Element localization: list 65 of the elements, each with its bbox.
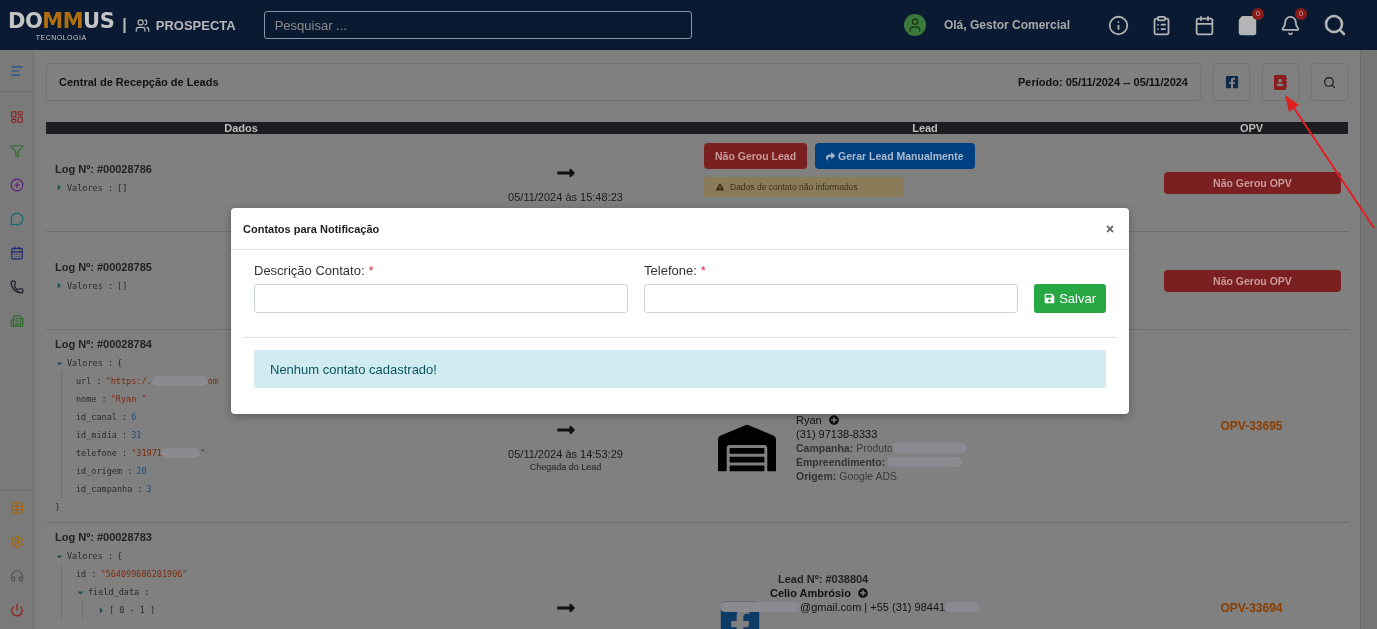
json-value: "https:/. xyxy=(105,376,152,386)
json-key: [ 0 - 1 ] xyxy=(109,605,156,615)
json-key: id_campanha : xyxy=(76,484,143,494)
lead-phone: (31) 97138-8333 xyxy=(796,428,879,440)
count-badge: 0 xyxy=(1295,7,1307,20)
json-value: "Ryan " xyxy=(110,394,147,404)
json-key: Valores : xyxy=(67,280,114,291)
page-title: Central de Recepção de Leads xyxy=(59,76,219,88)
json-value: [] xyxy=(117,280,128,291)
no-lead-button[interactable]: Não Gerou Lead xyxy=(704,143,808,169)
column-header: Dados xyxy=(223,122,259,134)
json-value: " xyxy=(199,448,206,458)
separator: | xyxy=(122,16,127,34)
json-key: telefone : xyxy=(76,448,128,458)
arrival-time: 05/11/2024 às 14:53:29 xyxy=(508,448,623,460)
log-number: Log Nº: #00028784 xyxy=(55,338,152,350)
lead-contact: @gmail.com | +55 (31) 98441 xyxy=(800,600,946,613)
json-value: 6 xyxy=(131,412,137,422)
json-brace: { xyxy=(117,551,123,561)
arrival-caption: Chegada do Lead xyxy=(529,462,602,472)
count-badge: 0 xyxy=(1252,7,1264,20)
dialog-title: Contatos para Notificação xyxy=(243,222,380,235)
info-alert: Nenhum contato cadastrado! xyxy=(254,350,1106,388)
json-brace: { xyxy=(117,358,123,368)
json-key: Valores : xyxy=(67,182,114,193)
json-key: Valores : xyxy=(67,551,114,561)
json-key: id_canal : xyxy=(76,412,128,422)
column-header: OPV xyxy=(1238,122,1265,134)
json-value: [] xyxy=(117,182,128,193)
json-key: field_data : xyxy=(88,587,150,597)
lead-number: Lead Nº: #038804 xyxy=(778,572,870,585)
json-key: nome : xyxy=(76,394,107,404)
arrival-time: 05/11/2024 às 15:48:23 xyxy=(508,190,623,203)
save-button[interactable]: Salvar xyxy=(1034,284,1106,313)
lead-name: Ryan xyxy=(796,414,822,426)
warning-message: Dados de contato não informados xyxy=(730,182,858,192)
no-opv-button[interactable]: Não Gerou OPV xyxy=(1164,171,1341,194)
lead-detail: Empreendimento: xyxy=(796,456,887,468)
log-number: Log Nº: #00028786 xyxy=(55,162,152,175)
lead-detail: Origem: Google ADS xyxy=(796,470,898,482)
lead-detail: Campanha: Produto xyxy=(796,442,893,454)
search-field[interactable]: Pesquisar ... xyxy=(263,11,692,39)
log-number: Log Nº: #00028783 xyxy=(55,531,152,543)
log-number: Log Nº: #00028785 xyxy=(55,260,152,273)
lead-name: Celio Ambrósio xyxy=(770,586,851,599)
json-key: url : xyxy=(76,376,102,386)
json-value: om xyxy=(207,376,218,386)
json-key: Valores : xyxy=(67,358,114,368)
no-opv-button[interactable]: Não Gerou OPV xyxy=(1164,269,1341,292)
field-label: Descrição Contato: * xyxy=(254,263,375,278)
field-label: Telefone: * xyxy=(644,263,707,278)
column-header: Lead xyxy=(911,122,939,134)
period-label: Período: 05/11/2024 -- 05/11/2024 xyxy=(1018,76,1188,88)
manual-lead-button[interactable]: Gerar Lead Manualmente xyxy=(815,143,975,169)
greeting: Olá, Gestor Comercial xyxy=(943,18,1070,32)
json-brace: } xyxy=(55,502,61,512)
json-value: 31 xyxy=(131,430,142,440)
json-key: id_origem : xyxy=(76,466,133,476)
json-value: 3 xyxy=(146,484,152,494)
json-key: id : xyxy=(76,569,97,579)
json-key: id_midia : xyxy=(76,430,128,440)
json-value: "31971 xyxy=(131,448,162,458)
json-value: "564099686201906" xyxy=(100,569,188,579)
module-name: PROSPECTA xyxy=(155,17,236,33)
json-value: 20 xyxy=(136,466,147,476)
